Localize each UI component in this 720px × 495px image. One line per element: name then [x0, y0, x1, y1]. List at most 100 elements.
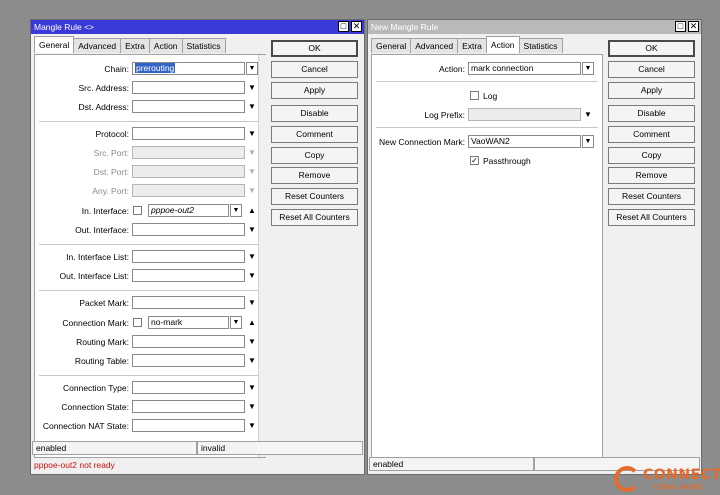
any-port-input[interactable]	[132, 184, 245, 197]
src-address-expand-icon[interactable]: ▼	[246, 81, 258, 94]
packet-mark-input[interactable]	[132, 296, 245, 309]
packet-mark-expand-icon[interactable]: ▼	[246, 296, 258, 309]
connection-state-input[interactable]	[132, 400, 245, 413]
connection-mark-input[interactable]: no-mark	[148, 316, 229, 329]
apply-button[interactable]: Apply	[608, 82, 695, 99]
tab-statistics[interactable]: Statistics	[181, 38, 226, 53]
connection-state-expand-icon[interactable]: ▼	[246, 400, 258, 413]
maximize-button[interactable]: □	[675, 21, 686, 32]
title-bar[interactable]: New Mangle Rule □ ✕	[368, 20, 701, 34]
copy-button[interactable]: Copy	[608, 147, 695, 164]
reset-counters-button[interactable]: Reset Counters	[271, 188, 358, 205]
passthrough-checkbox[interactable]: ✓	[470, 156, 479, 165]
routing-table-expand-icon[interactable]: ▼	[246, 354, 258, 367]
ok-button[interactable]: OK	[608, 40, 695, 57]
ok-button[interactable]: OK	[271, 40, 358, 57]
logo-text: CONNECT	[643, 467, 720, 483]
close-button[interactable]: ✕	[351, 21, 362, 32]
apply-button[interactable]: Apply	[271, 82, 358, 99]
chain-dropdown-icon[interactable]: ▼	[246, 62, 258, 75]
new-connection-mark-input[interactable]: VaoWAN2	[468, 135, 581, 148]
protocol-input[interactable]	[132, 127, 245, 140]
connection-mark-dropdown-icon[interactable]: ▼	[230, 316, 242, 329]
connection-nat-state-expand-icon[interactable]: ▼	[246, 419, 258, 432]
action-select[interactable]: mark connection	[468, 62, 581, 75]
chain-input[interactable]: prerouting	[132, 62, 245, 75]
maximize-button[interactable]: □	[338, 21, 349, 32]
dst-address-input[interactable]	[132, 100, 245, 113]
out-interface-list-input[interactable]	[132, 269, 245, 282]
routing-mark-input[interactable]	[132, 335, 245, 348]
separator	[39, 375, 261, 376]
connection-mark-collapse-icon[interactable]: ▲	[246, 316, 258, 329]
tab-bar: General Advanced Extra Action Statistics	[34, 36, 226, 53]
routing-table-input[interactable]	[132, 354, 245, 367]
src-port-expand-icon[interactable]: ▼	[246, 146, 258, 159]
reset-all-counters-button[interactable]: Reset All Counters	[271, 209, 358, 226]
tab-extra[interactable]: Extra	[120, 38, 150, 53]
in-interface-list-label: In. Interface List:	[66, 252, 129, 262]
in-interface-input[interactable]: pppoe-out2	[148, 204, 229, 217]
cancel-button[interactable]: Cancel	[608, 61, 695, 78]
new-mangle-rule-window: New Mangle Rule □ ✕ General Advanced Ext…	[367, 19, 702, 475]
tab-action[interactable]: Action	[485, 36, 520, 53]
in-interface-collapse-icon[interactable]: ▲	[246, 204, 258, 217]
any-port-expand-icon[interactable]: ▼	[246, 184, 258, 197]
dst-address-expand-icon[interactable]: ▼	[246, 100, 258, 113]
reset-all-counters-button[interactable]: Reset All Counters	[608, 209, 695, 226]
out-interface-label: Out. Interface:	[75, 225, 129, 235]
remove-button[interactable]: Remove	[271, 167, 358, 184]
remove-button[interactable]: Remove	[608, 167, 695, 184]
tab-advanced[interactable]: Advanced	[410, 38, 459, 53]
protocol-expand-icon[interactable]: ▼	[246, 127, 258, 140]
tab-bar: General Advanced Extra Action Statistics	[371, 36, 563, 53]
in-interface-list-input[interactable]	[132, 250, 245, 263]
connection-type-input[interactable]	[132, 381, 245, 394]
log-prefix-input[interactable]	[468, 108, 581, 121]
tab-extra[interactable]: Extra	[457, 38, 487, 53]
in-interface-list-expand-icon[interactable]: ▼	[246, 250, 258, 263]
connection-type-expand-icon[interactable]: ▼	[246, 381, 258, 394]
in-interface-dropdown-icon[interactable]: ▼	[230, 204, 242, 217]
mangle-rule-window: Mangle Rule <> □ ✕ General Advanced Extr…	[30, 19, 365, 475]
log-prefix-label: Log Prefix:	[424, 110, 465, 120]
dst-port-input[interactable]	[132, 165, 245, 178]
connection-nat-state-input[interactable]	[132, 419, 245, 432]
src-address-input[interactable]	[132, 81, 245, 94]
disable-button[interactable]: Disable	[271, 105, 358, 122]
separator	[39, 290, 261, 291]
new-connection-mark-label: New Connection Mark:	[379, 137, 465, 147]
log-prefix-expand-icon[interactable]: ▼	[582, 108, 594, 121]
log-checkbox[interactable]	[470, 91, 479, 100]
action-panel: Action: mark connection ▼ Log Log Prefix…	[371, 54, 603, 458]
out-interface-list-expand-icon[interactable]: ▼	[246, 269, 258, 282]
passthrough-label: Passthrough	[483, 156, 531, 166]
reset-counters-button[interactable]: Reset Counters	[608, 188, 695, 205]
scrollbar[interactable]	[258, 55, 266, 457]
tab-advanced[interactable]: Advanced	[73, 38, 122, 53]
routing-mark-expand-icon[interactable]: ▼	[246, 335, 258, 348]
copy-button[interactable]: Copy	[271, 147, 358, 164]
action-label: Action:	[439, 64, 465, 74]
dst-port-expand-icon[interactable]: ▼	[246, 165, 258, 178]
title-bar[interactable]: Mangle Rule <> □ ✕	[31, 20, 364, 34]
new-connection-mark-dropdown-icon[interactable]: ▼	[582, 135, 594, 148]
close-button[interactable]: ✕	[688, 21, 699, 32]
src-port-input[interactable]	[132, 146, 245, 159]
tab-statistics[interactable]: Statistics	[518, 38, 563, 53]
comment-button[interactable]: Comment	[271, 126, 358, 143]
connection-state-label: Connection State:	[61, 402, 129, 412]
comment-button[interactable]: Comment	[608, 126, 695, 143]
tab-general[interactable]: General	[371, 38, 412, 53]
connection-mark-invert-checkbox[interactable]	[133, 318, 142, 327]
out-interface-input[interactable]	[132, 223, 245, 236]
cancel-button[interactable]: Cancel	[271, 61, 358, 78]
action-dropdown-icon[interactable]: ▼	[582, 62, 594, 75]
tab-action[interactable]: Action	[148, 38, 183, 53]
disable-button[interactable]: Disable	[608, 105, 695, 122]
tab-general[interactable]: General	[34, 36, 75, 53]
out-interface-list-label: Out. Interface List:	[59, 271, 129, 281]
separator	[376, 127, 598, 128]
out-interface-expand-icon[interactable]: ▼	[246, 223, 258, 236]
in-interface-invert-checkbox[interactable]	[133, 206, 142, 215]
